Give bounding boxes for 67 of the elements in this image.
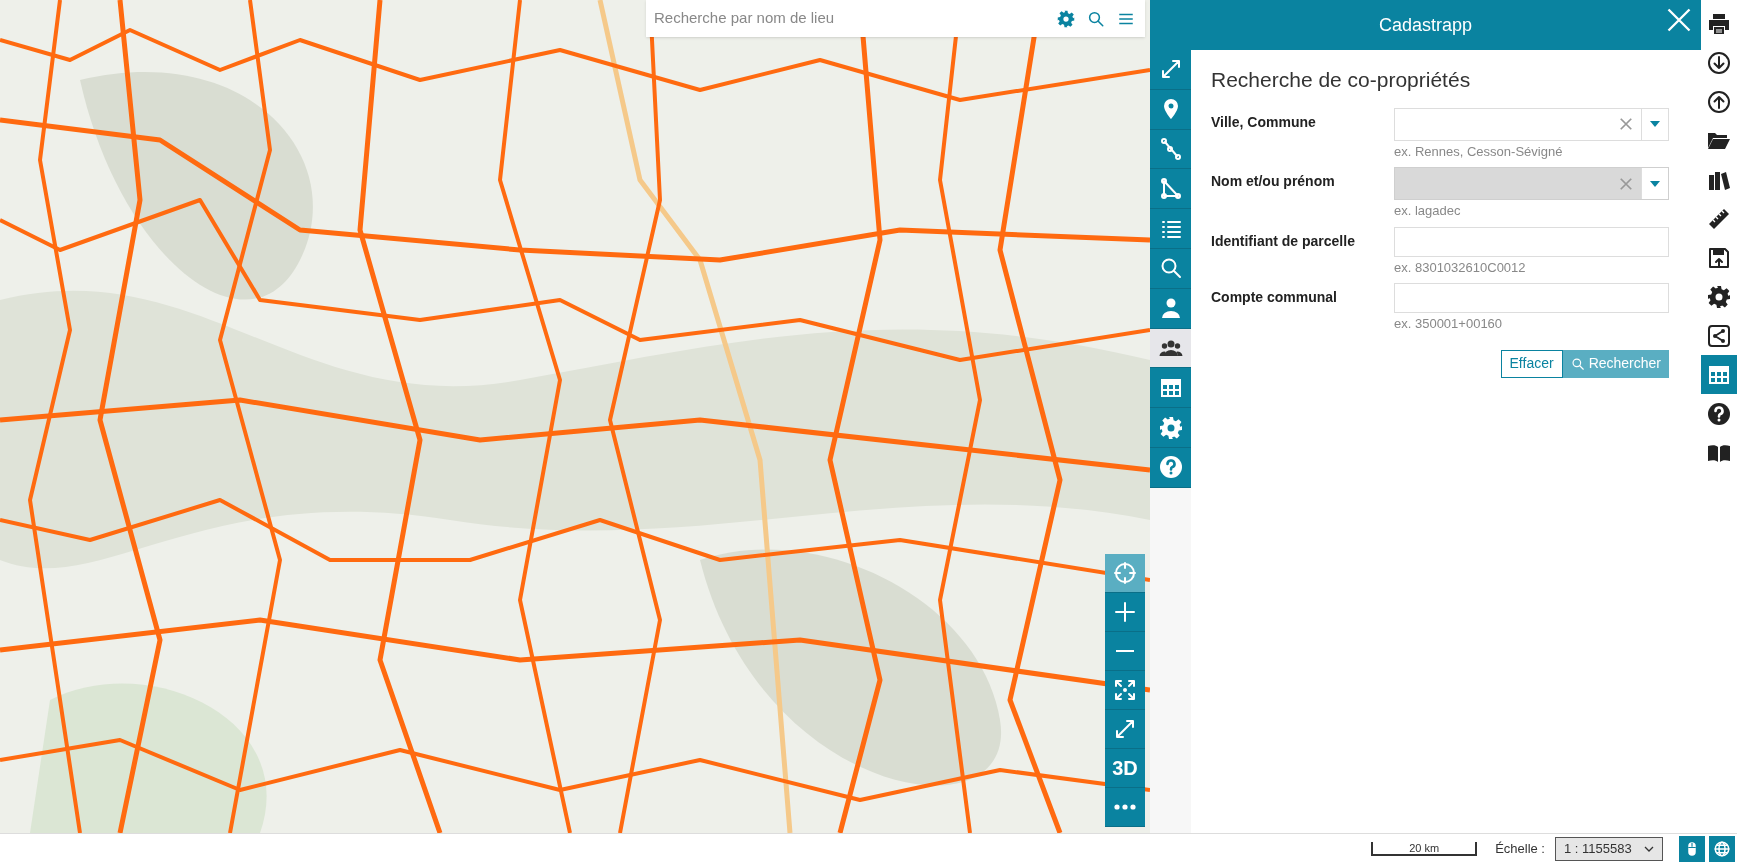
field-label: Nom et/ou prénom [1211, 172, 1336, 191]
chevron-down-icon [1644, 845, 1654, 852]
mouse-button[interactable] [1679, 835, 1705, 862]
download-icon [1707, 50, 1731, 75]
minus-icon [1116, 649, 1134, 653]
clear-icon[interactable] [1619, 117, 1633, 131]
panel-heading: Recherche de co-propriétés [1211, 67, 1472, 93]
globe-icon [1713, 839, 1731, 858]
text-field[interactable] [1394, 283, 1669, 313]
help-icon [1707, 401, 1731, 426]
zoom-extent-icon [1113, 678, 1137, 702]
search-icon [1087, 9, 1105, 28]
scale-bar: 20 km [1371, 841, 1478, 856]
search-icon [1570, 356, 1585, 371]
field-hint: ex. lagadec [1394, 202, 1462, 220]
search-field[interactable]: Recherche par nom de lieu [646, 0, 1145, 37]
field-label: Compte communal [1211, 288, 1338, 307]
tool-button[interactable] [1150, 368, 1191, 409]
tool-button[interactable] [1150, 408, 1191, 448]
tool-button[interactable] [1150, 447, 1191, 488]
map-control-button[interactable] [1105, 671, 1145, 710]
tool-button[interactable] [1150, 288, 1191, 329]
map-control-button[interactable] [1105, 593, 1145, 632]
panel-title: Cadastrapp [1378, 13, 1473, 37]
search-button[interactable]: Rechercher [1562, 349, 1669, 378]
triangle-icon [1158, 176, 1183, 201]
field-hint: ex. 350001+00160 [1394, 315, 1504, 333]
field-hint: ex. Rennes, Cesson-Sévigné [1394, 142, 1564, 161]
settings-icon [1057, 9, 1075, 28]
clear-button[interactable]: Effacer [1500, 349, 1563, 378]
field-hint: ex. 8301032610C0012 [1394, 258, 1527, 277]
map-control-button[interactable] [1105, 554, 1145, 593]
search-input[interactable]: Recherche par nom de lieu [654, 7, 1045, 30]
scale-label: Échelle : [1495, 839, 1545, 858]
settings-icon [1158, 415, 1183, 440]
tool-button[interactable] [1150, 50, 1191, 90]
crosshair-icon [1113, 561, 1137, 585]
field-label: Ville, Commune [1211, 112, 1317, 132]
globe-button[interactable] [1709, 835, 1735, 862]
settings-icon [1707, 284, 1731, 309]
3d-button[interactable]: 3D [1105, 749, 1145, 788]
save-icon [1707, 245, 1731, 270]
expand-arrows-icon [1113, 717, 1137, 741]
line-icon [1158, 137, 1183, 161]
tool-button[interactable] [1150, 209, 1191, 249]
share-icon [1707, 323, 1731, 348]
plus-icon [1113, 600, 1137, 624]
tool-button[interactable] [1150, 129, 1191, 170]
field-label: Identifiant de parcelle [1211, 231, 1356, 251]
printer-icon [1707, 11, 1731, 36]
upload-icon [1707, 89, 1731, 114]
ruler-icon [1707, 206, 1731, 231]
map-control-button[interactable] [1105, 788, 1145, 827]
close-button[interactable] [1665, 6, 1693, 34]
dropdown-caret-icon[interactable] [1650, 121, 1660, 127]
map-control-button[interactable] [1105, 710, 1145, 749]
tool-button[interactable] [1150, 328, 1191, 369]
tool-button[interactable] [1150, 89, 1191, 130]
combo-field[interactable] [1394, 107, 1669, 141]
tool-button[interactable] [1150, 169, 1191, 210]
scale-select[interactable]: 1 : 1155583 [1555, 836, 1663, 861]
text-field[interactable] [1394, 226, 1669, 257]
map-control-button[interactable] [1105, 632, 1145, 671]
close-icon [1665, 6, 1693, 34]
more-icon [1114, 804, 1136, 810]
tool-button[interactable] [1150, 249, 1191, 289]
help-icon [1158, 455, 1183, 480]
